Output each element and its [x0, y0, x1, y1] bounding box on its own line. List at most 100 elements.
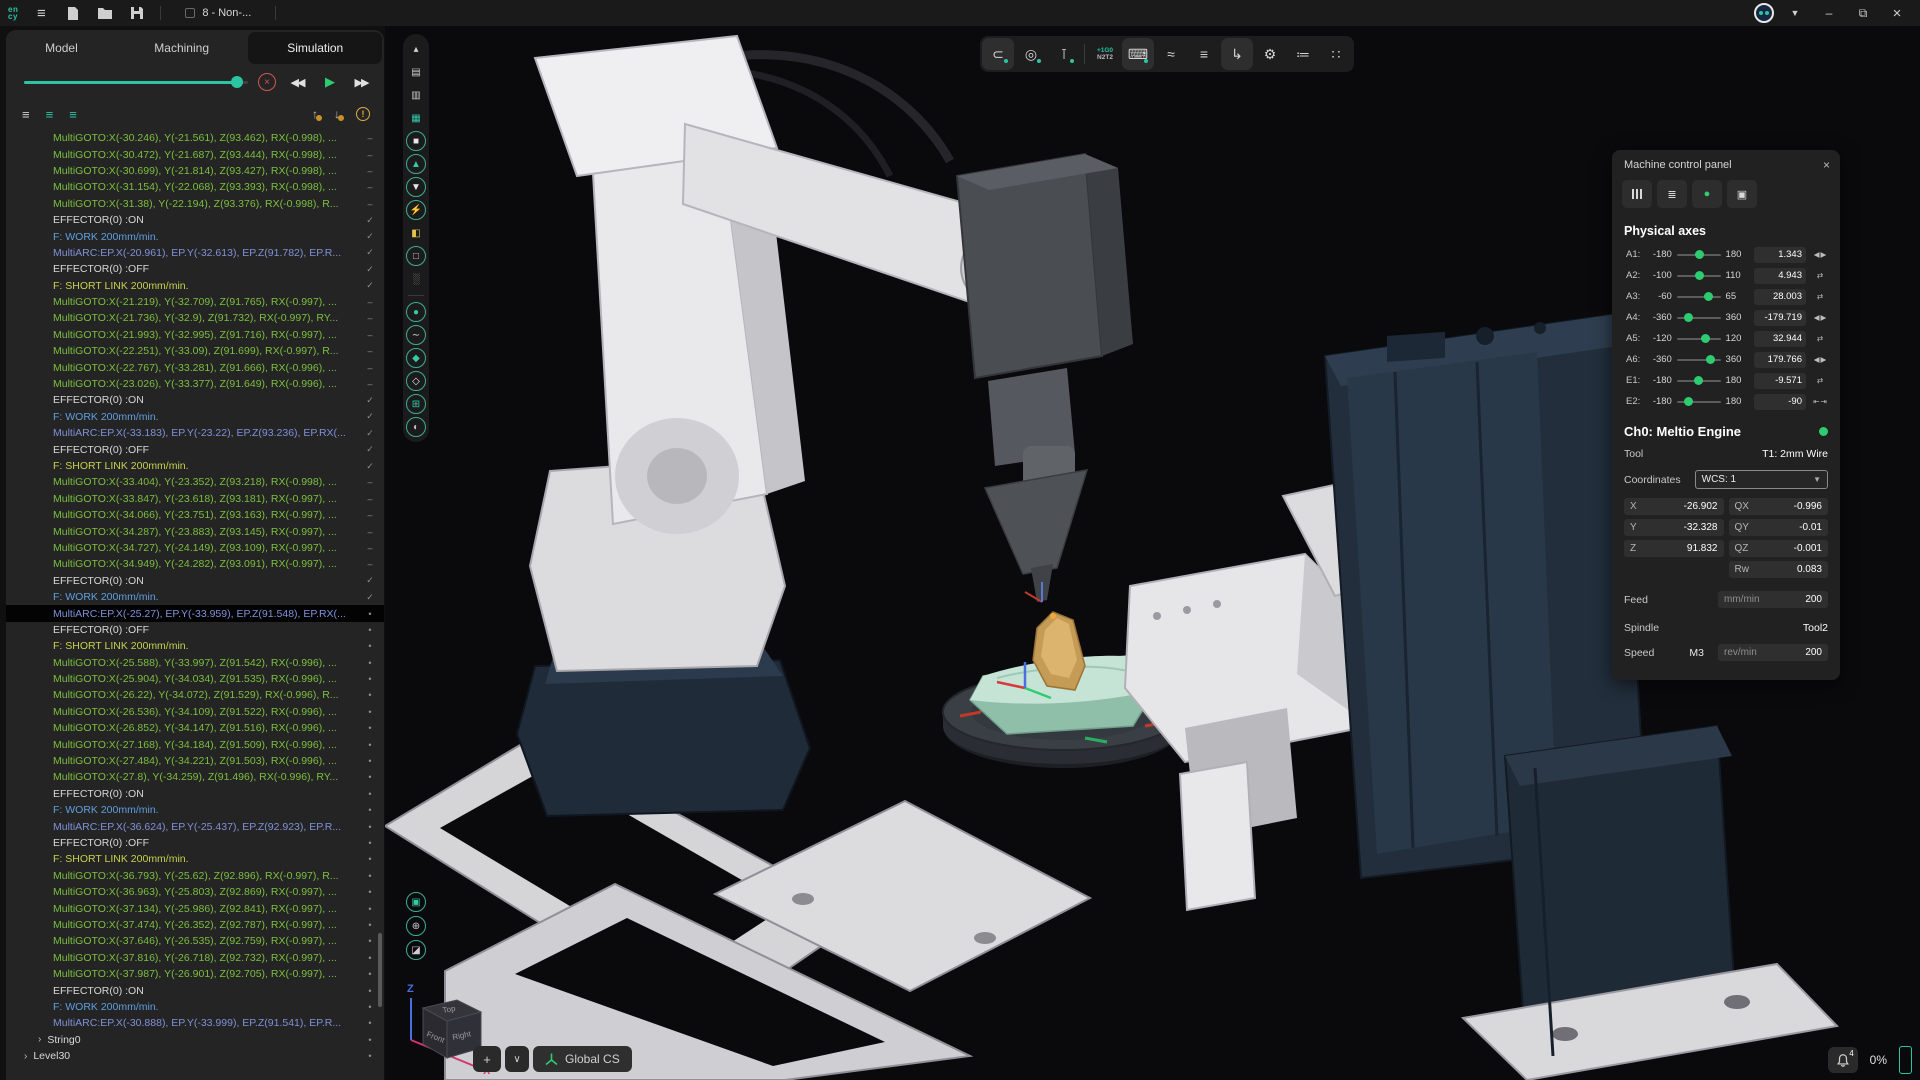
axis-jog-icon[interactable]: ⇤⇥ — [1811, 397, 1830, 406]
program-row[interactable]: MultiARC:EP.X(-33.183), EP.Y(-23.22), EP… — [6, 425, 384, 441]
axis-jog-icon[interactable]: ◀▶ — [1811, 250, 1830, 259]
coord-field-rw[interactable]: Rw0.083 — [1729, 561, 1829, 578]
program-row[interactable]: MultiARC:EP.X(-25.27), EP.Y(-33.959), EP… — [6, 605, 384, 621]
points-toggle-icon[interactable]: ● — [406, 302, 426, 322]
axis-value-field[interactable]: 28.003 — [1754, 289, 1806, 305]
axis-jog-icon[interactable]: ⇄ — [1811, 292, 1830, 301]
gcode-toggle-icon[interactable]: +1G0N2T2 — [1089, 38, 1121, 70]
axis-jog-icon[interactable]: ⇄ — [1811, 271, 1830, 280]
axis-slider[interactable] — [1677, 359, 1721, 361]
scrollbar-thumb[interactable] — [378, 933, 382, 1007]
program-row[interactable]: MultiGOTO:X(-21.736), Y(-32.9), Z(91.732… — [6, 310, 384, 326]
axis-jog-icon[interactable]: ◀▶ — [1811, 355, 1830, 364]
program-row[interactable]: MultiGOTO:X(-26.536), Y(-34.109), Z(91.5… — [6, 704, 384, 720]
program-row[interactable]: MultiGOTO:X(-37.134), Y(-25.986), Z(92.8… — [6, 900, 384, 916]
program-row[interactable]: MultiGOTO:X(-34.727), Y(-24.149), Z(93.1… — [6, 540, 384, 556]
program-row[interactable]: ›String0• — [6, 1031, 384, 1047]
playback-thumb[interactable] — [231, 76, 243, 88]
axis-slider-thumb[interactable] — [1684, 397, 1693, 406]
part-icon[interactable]: ◧ — [406, 223, 426, 243]
program-row[interactable]: MultiARC:EP.X(-36.624), EP.Y(-25.437), E… — [6, 818, 384, 834]
rewind-button[interactable]: ◀◀ — [286, 71, 308, 93]
program-row[interactable]: MultiGOTO:X(-22.767), Y(-33.281), Z(91.6… — [6, 359, 384, 375]
add-cs-button[interactable]: + — [473, 1046, 501, 1072]
trace-path-icon[interactable]: ↳ — [1221, 38, 1253, 70]
playback-slider[interactable] — [24, 81, 248, 84]
program-row[interactable]: F: WORK 200mm/min.✓ — [6, 228, 384, 244]
program-row[interactable]: F: WORK 200mm/min.• — [6, 999, 384, 1015]
spindle-tool-icon[interactable]: ▼ — [406, 177, 426, 197]
status-dot-icon[interactable]: ● — [1692, 180, 1722, 208]
solid-toggle-icon[interactable]: ◐ — [406, 417, 426, 437]
axis-jog-icon[interactable]: ◀▶ — [1811, 313, 1830, 322]
mesh-hatch-icon[interactable]: ░ — [406, 269, 426, 289]
user-avatar[interactable] — [1754, 3, 1774, 23]
axis-slider[interactable] — [1677, 338, 1721, 340]
program-row[interactable]: EFFECTOR(0) :ON✓ — [6, 392, 384, 408]
expander-chevron-icon[interactable]: › — [38, 1034, 41, 1045]
stop-button[interactable]: × — [258, 73, 276, 91]
program-row[interactable]: F: WORK 200mm/min.✓ — [6, 409, 384, 425]
shell-toggle-icon[interactable]: ◇ — [406, 371, 426, 391]
close-button[interactable]: × — [1884, 2, 1910, 24]
apps-grid-icon[interactable]: ∷ — [1320, 38, 1352, 70]
axis-slider[interactable] — [1677, 401, 1721, 403]
program-row[interactable]: MultiGOTO:X(-33.404), Y(-23.352), Z(93.2… — [6, 474, 384, 490]
curve-toggle-icon[interactable]: ∼ — [406, 325, 426, 345]
program-row[interactable]: MultiGOTO:X(-31.38), Y(-22.194), Z(93.37… — [6, 196, 384, 212]
axis-slider-thumb[interactable] — [1695, 250, 1704, 259]
close-panel-icon[interactable]: × — [1823, 158, 1830, 172]
program-row[interactable]: MultiGOTO:X(-34.287), Y(-23.883), Z(93.1… — [6, 523, 384, 539]
coord-field-z[interactable]: Z91.832 — [1624, 540, 1724, 557]
region-select-icon[interactable]: ▣ — [406, 892, 426, 912]
program-row[interactable]: EFFECTOR(0) :OFF• — [6, 835, 384, 851]
list-menu-icon[interactable]: ≡ — [22, 108, 30, 121]
axis-value-field[interactable]: 32.944 — [1754, 331, 1806, 347]
axis-slider[interactable] — [1677, 254, 1721, 256]
program-row[interactable]: MultiGOTO:X(-31.154), Y(-22.068), Z(93.3… — [6, 179, 384, 195]
coord-field-qy[interactable]: QY-0.01 — [1729, 519, 1829, 536]
globe-icon[interactable]: ⊕ — [406, 916, 426, 936]
feed-field[interactable]: mm/min 200 — [1718, 591, 1828, 608]
program-row[interactable]: F: WORK 200mm/min.✓ — [6, 589, 384, 605]
pause-columns-icon[interactable] — [1622, 180, 1652, 208]
program-row[interactable]: MultiARC:EP.X(-20.961), EP.Y(-32.613), E… — [6, 245, 384, 261]
coord-field-qz[interactable]: QZ-0.001 — [1729, 540, 1829, 557]
gear-icon[interactable]: ⚙ — [1254, 38, 1286, 70]
snap-magnet-icon[interactable]: ⊂ — [982, 38, 1014, 70]
program-row[interactable]: MultiGOTO:X(-37.816), Y(-26.718), Z(92.7… — [6, 950, 384, 966]
fixture-icon[interactable]: □ — [406, 246, 426, 266]
program-row[interactable]: EFFECTOR(0) :ON✓ — [6, 212, 384, 228]
axis-value-field[interactable]: 4.943 — [1754, 268, 1806, 284]
coord-field-y[interactable]: Y-32.328 — [1624, 519, 1724, 536]
goto-current-row-icon[interactable]: ≡ — [46, 108, 54, 121]
program-row[interactable]: MultiGOTO:X(-36.793), Y(-25.62), Z(92.89… — [6, 868, 384, 884]
document-checkbox[interactable] — [185, 8, 195, 18]
tab-machining[interactable]: Machining — [115, 32, 249, 64]
program-row[interactable]: EFFECTOR(0) :ON✓ — [6, 573, 384, 589]
measure-tape-icon[interactable]: ◎ — [1015, 38, 1047, 70]
program-row[interactable]: MultiGOTO:X(-30.246), Y(-21.561), Z(93.4… — [6, 130, 384, 146]
program-row[interactable]: EFFECTOR(0) :ON• — [6, 786, 384, 802]
program-row[interactable]: MultiGOTO:X(-27.168), Y(-34.184), Z(91.5… — [6, 736, 384, 752]
program-row[interactable]: MultiGOTO:X(-23.026), Y(-33.377), Z(91.6… — [6, 376, 384, 392]
axis-value-field[interactable]: 1.343 — [1754, 247, 1806, 263]
axis-slider[interactable] — [1677, 275, 1721, 277]
surface-toggle-icon[interactable]: ◆ — [406, 348, 426, 368]
notifications-button[interactable]: 4 — [1828, 1047, 1858, 1073]
speed-field[interactable]: rev/min 200 — [1718, 644, 1828, 661]
tool-head-visibility-icon[interactable]: ▦ — [406, 108, 426, 128]
program-row[interactable]: MultiGOTO:X(-26.22), Y(-34.072), Z(91.52… — [6, 687, 384, 703]
document-tab[interactable]: 8 - Non-... — [175, 0, 261, 26]
play-button[interactable]: ▶ — [318, 71, 340, 93]
save-state-icon[interactable]: ▣ — [1727, 180, 1757, 208]
axes-sliders-icon[interactable]: ≣ — [1657, 180, 1687, 208]
program-row[interactable]: MultiARC:EP.X(-30.888), EP.Y(-33.999), E… — [6, 1015, 384, 1031]
save-icon[interactable] — [128, 4, 146, 22]
program-row[interactable]: MultiGOTO:X(-25.588), Y(-33.997), Z(91.5… — [6, 655, 384, 671]
program-row[interactable]: MultiGOTO:X(-34.066), Y(-23.751), Z(93.1… — [6, 507, 384, 523]
program-row[interactable]: MultiGOTO:X(-21.219), Y(-32.709), Z(91.7… — [6, 294, 384, 310]
axis-slider[interactable] — [1677, 296, 1721, 298]
viewport-3d[interactable]: ⊂◎⊺+1G0N2T2⌨≈≡↳⚙≔∷ ▴▤▥▦■▲▼⚡◧□░●∼◆◇⊞◐ ▣⊕◪… — [385, 26, 1920, 1080]
workpiece-visibility-icon[interactable]: ■ — [406, 131, 426, 151]
